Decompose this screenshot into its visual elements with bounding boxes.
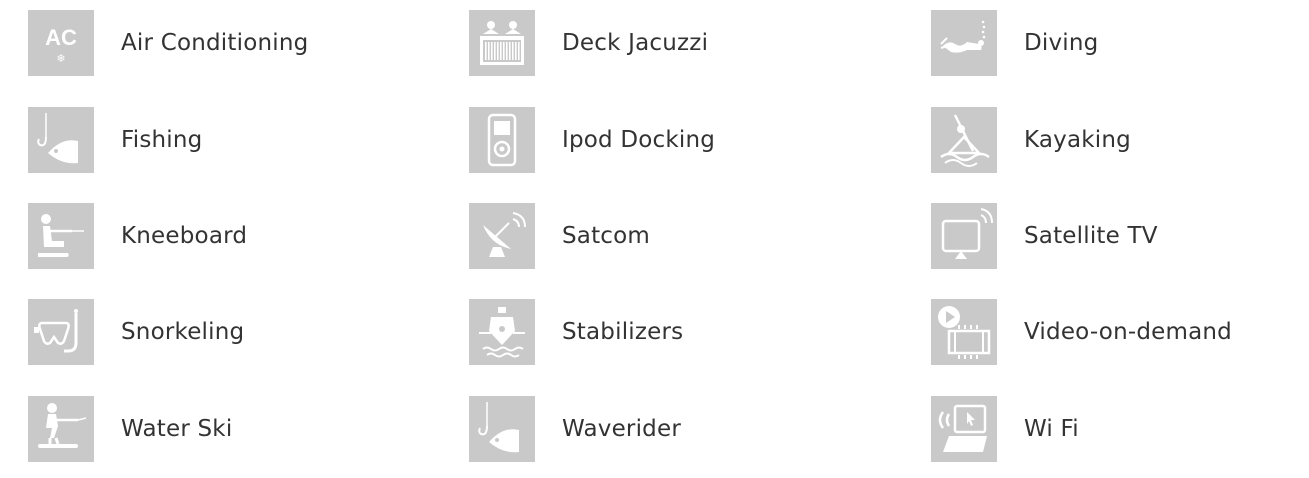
stabilizers-icon [469,299,535,365]
deck-jacuzzi-icon [469,10,535,76]
amenity-satcom: Satcom [469,203,650,269]
amenity-label: Kneeboard [121,223,248,249]
amenity-wifi: Wi Fi [931,396,1079,462]
amenity-label: Water Ski [121,416,233,442]
amenity-label: Snorkeling [121,319,245,345]
air-conditioning-icon: AC ❄ [28,10,94,76]
waverider-icon [469,396,535,462]
amenity-diving: Diving [931,10,1098,76]
amenities-grid: AC ❄ Air Conditioning Deck Jacuzzi Divin… [0,0,1309,478]
svg-text:AC: AC [45,25,77,50]
amenity-video-on-demand: Video-on-demand [931,299,1232,365]
amenity-label: Diving [1024,30,1099,56]
ipod-docking-icon [469,107,535,173]
amenity-stabilizers: Stabilizers [469,299,683,365]
amenity-water-ski: Water Ski [28,396,232,462]
svg-text:❄: ❄ [56,52,65,65]
amenity-label: Waverider [562,416,681,442]
amenity-waverider: Waverider [469,396,681,462]
amenity-snorkeling: Snorkeling [28,299,244,365]
amenity-label: Kayaking [1024,127,1131,153]
amenity-label: Satellite TV [1024,223,1158,249]
amenity-kayaking: Kayaking [931,107,1131,173]
amenity-label: Deck Jacuzzi [562,30,709,56]
amenity-label: Stabilizers [562,319,684,345]
amenity-kneeboard: Kneeboard [28,203,247,269]
water-ski-icon [28,396,94,462]
snorkeling-icon [28,299,94,365]
amenity-deck-jacuzzi: Deck Jacuzzi [469,10,708,76]
satellite-tv-icon [931,203,997,269]
amenity-fishing: Fishing [28,107,202,173]
amenity-label: Video-on-demand [1024,319,1232,345]
amenity-label: Air Conditioning [121,30,309,56]
satcom-icon [469,203,535,269]
amenity-air-conditioning: AC ❄ Air Conditioning [28,10,308,76]
amenity-ipod-docking: Ipod Docking [469,107,715,173]
wifi-icon [931,396,997,462]
amenity-label: Ipod Docking [562,127,716,153]
amenity-label: Wi Fi [1024,416,1079,442]
kayaking-icon [931,107,997,173]
amenity-label: Fishing [121,127,203,153]
diving-icon [931,10,997,76]
amenity-satellite-tv: Satellite TV [931,203,1158,269]
kneeboard-icon [28,203,94,269]
video-on-demand-icon [931,299,997,365]
fishing-icon [28,107,94,173]
amenity-label: Satcom [562,223,651,249]
